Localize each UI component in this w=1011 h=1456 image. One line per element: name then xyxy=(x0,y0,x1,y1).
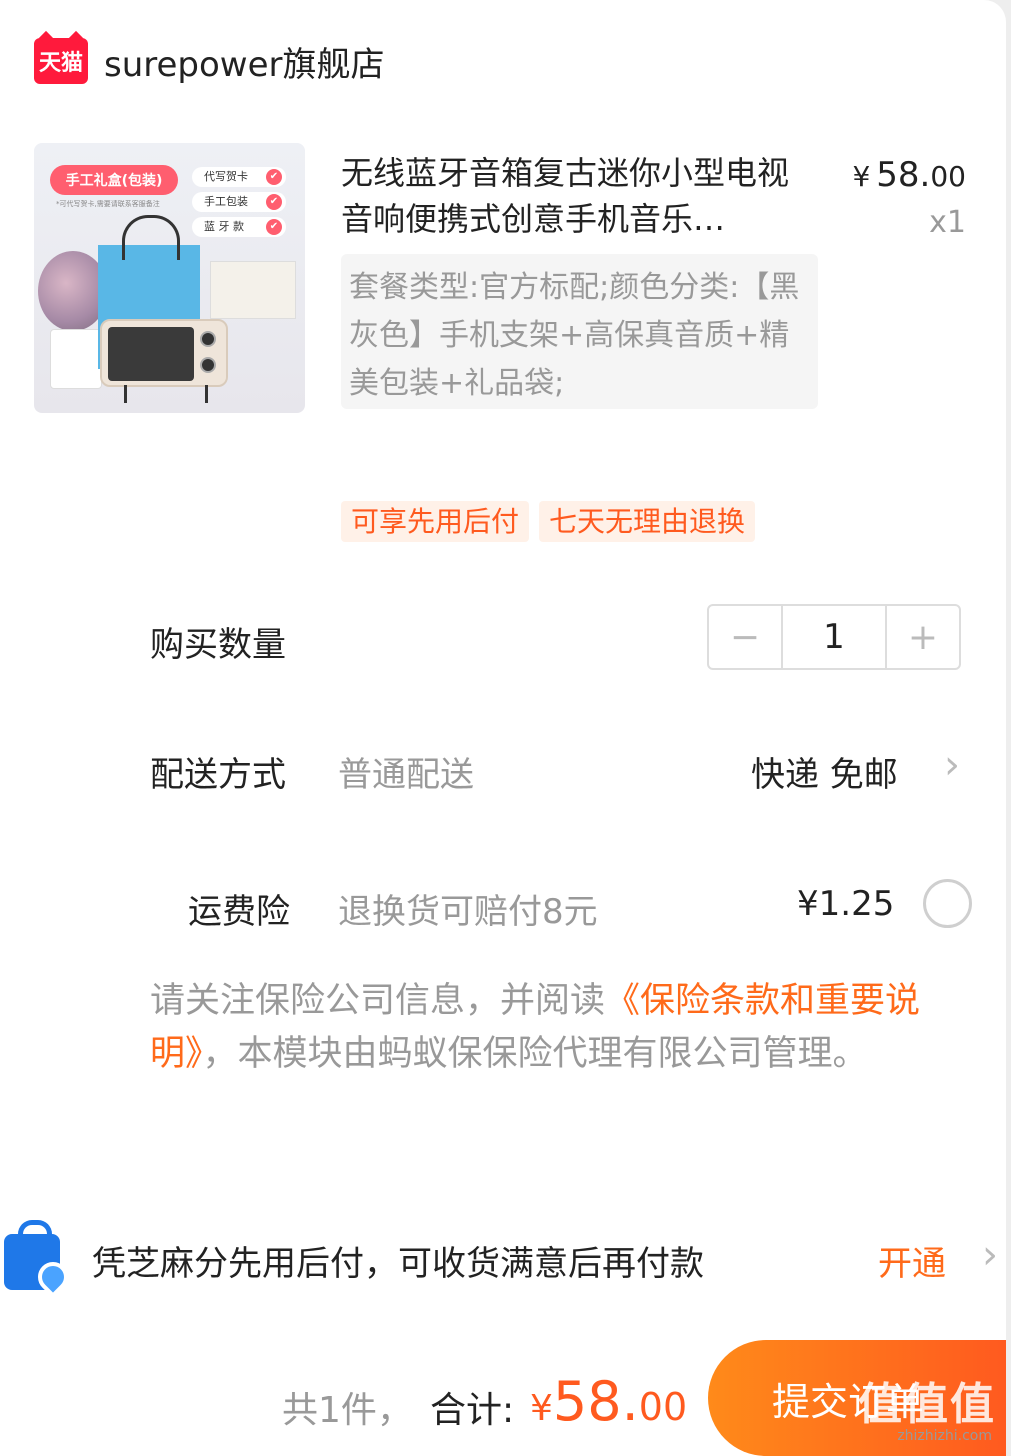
total-integer: 58. xyxy=(552,1370,639,1433)
product-quantity: x1 xyxy=(929,205,966,240)
item-count: 共1件， xyxy=(282,1390,413,1431)
insurance-radio[interactable] xyxy=(923,879,972,928)
insurance-price: ¥1.25 xyxy=(797,884,895,924)
watermark: 值值值 xyxy=(858,1379,996,1430)
pay-later-text: 凭芝麻分先用后付，可收货满意后再付款 xyxy=(92,1244,704,1284)
decrement-button[interactable]: − xyxy=(709,606,781,668)
product-title[interactable]: 无线蓝牙音箱复古迷你小型电视音响便携式创意手机音乐… xyxy=(341,150,819,242)
image-badge: 手工礼盒(包装) xyxy=(50,165,178,195)
flower-pot-decoration xyxy=(50,329,102,389)
service-tags: 可享先用后付 七天无理由退换 xyxy=(341,501,765,542)
tv-knob xyxy=(200,331,216,347)
chevron-right-icon[interactable]: › xyxy=(982,1232,998,1278)
product-price: ¥58.00 xyxy=(852,155,966,195)
tv-screen xyxy=(108,327,194,381)
gift-box-decoration xyxy=(210,261,296,319)
delivery-value[interactable]: 快递 免邮 xyxy=(751,747,898,796)
insurance-label: 运费险 xyxy=(188,892,290,932)
price-integer: 58. xyxy=(876,155,931,195)
notice-suffix: ，本模块由蚂蚁保保险代理有限公司管理。 xyxy=(202,1034,868,1074)
product-image[interactable]: 手工礼盒(包装) *可代写贺卡,需要请联系客服备注 代写贺卡 手工包装 蓝 牙 … xyxy=(34,143,305,413)
tv-legs xyxy=(124,385,208,403)
total-cents: 00 xyxy=(638,1385,688,1429)
total-label: 合计: xyxy=(430,1390,515,1431)
quantity-input[interactable]: 1 xyxy=(781,606,887,668)
store-name: surepower旗舰店 xyxy=(104,44,385,85)
sku-selection[interactable]: 套餐类型:官方标配;颜色分类:【黑灰色】手机支架+高保真音质+精美包装+礼品袋; xyxy=(341,254,818,409)
delivery-label: 配送方式 xyxy=(150,755,286,795)
watermark-url: zhizhizhi.com xyxy=(897,1428,992,1444)
total-currency: ¥ xyxy=(530,1388,553,1429)
image-option: 代写贺卡 xyxy=(192,167,286,187)
pay-later-open-button[interactable]: 开通 xyxy=(878,1236,946,1285)
increment-button[interactable]: + xyxy=(887,606,959,668)
notice-prefix: 请关注保险公司信息，并阅读 xyxy=(150,981,606,1021)
total-price: ¥58.00 xyxy=(530,1370,687,1433)
quantity-stepper: − 1 + xyxy=(707,604,961,670)
price-currency: ¥ xyxy=(852,160,871,193)
insurance-desc: 退换货可赔付8元 xyxy=(338,892,598,932)
quantity-label: 购买数量 xyxy=(150,625,286,665)
delivery-method: 普通配送 xyxy=(338,755,474,795)
image-note: *可代写贺卡,需要请联系客服备注 xyxy=(56,200,160,208)
tag-return-policy: 七天无理由退换 xyxy=(539,501,756,542)
order-card: 天猫 surepower旗舰店 手工礼盒(包装) *可代写贺卡,需要请联系客服备… xyxy=(0,0,1006,1456)
insurance-notice: 请关注保险公司信息，并阅读《保险条款和重要说明》，本模块由蚂蚁保保险代理有限公司… xyxy=(150,975,980,1081)
retro-tv-speaker xyxy=(100,319,228,403)
tv-knob xyxy=(200,357,216,373)
alipay-bag-icon xyxy=(4,1220,75,1299)
price-cents: 00 xyxy=(930,160,966,193)
image-option: 蓝 牙 款 xyxy=(192,217,286,237)
tmall-logo-icon: 天猫 xyxy=(34,38,88,84)
tag-pay-later: 可享先用后付 xyxy=(341,501,530,542)
chevron-right-icon[interactable]: › xyxy=(944,742,960,788)
store-header[interactable]: 天猫 surepower旗舰店 xyxy=(34,36,385,86)
image-option: 手工包装 xyxy=(192,192,286,212)
